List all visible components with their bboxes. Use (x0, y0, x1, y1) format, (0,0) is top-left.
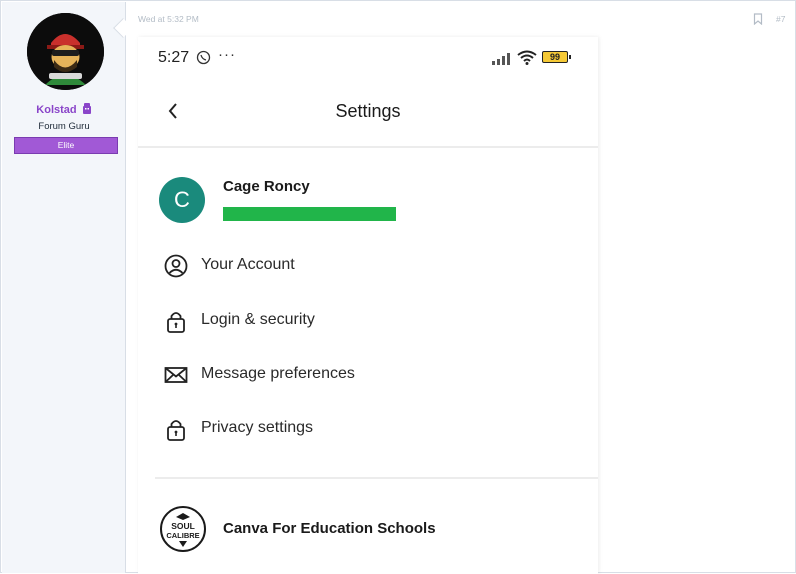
avatar[interactable] (27, 13, 104, 90)
org-logo-word-2: CALIBRE (166, 531, 199, 540)
username[interactable]: Kolstad (2, 103, 126, 117)
battery-indicator: 99 (542, 51, 568, 63)
menu-your-account[interactable]: Your Account (162, 250, 582, 280)
org-logo-word-1: SOUL (171, 521, 195, 531)
status-time: 5:27 (158, 49, 190, 66)
attached-screenshot: 5:27 ··· 99 Settings C Cage Roncy Your A… (138, 37, 598, 574)
post-number[interactable]: #7 (776, 14, 785, 24)
user-panel: Kolstad Forum Guru Elite (2, 2, 126, 573)
envelope-icon (164, 363, 188, 387)
wifi-icon (517, 50, 537, 70)
settings-title: Settings (335, 101, 401, 121)
user-banner: Elite (14, 137, 118, 154)
menu-label: Login & security (201, 311, 315, 328)
bookmark-icon[interactable] (753, 12, 763, 30)
menu-privacy-settings[interactable]: Privacy settings (162, 413, 582, 443)
post-container: Kolstad Forum Guru Elite Wed at 5:32 PM … (0, 0, 796, 574)
header-divider (138, 146, 598, 148)
menu-login-security[interactable]: Login & security (162, 305, 582, 335)
org-name[interactable]: Canva For Education Schools (223, 520, 436, 537)
user-title: Forum Guru (38, 121, 90, 132)
user-circle-icon (164, 254, 188, 278)
user-badge-icon (82, 103, 92, 117)
profile-name[interactable]: Cage Roncy (223, 178, 310, 195)
lock-icon (164, 417, 188, 441)
redaction-bar (223, 207, 396, 221)
menu-label: Privacy settings (201, 419, 314, 436)
section-divider (155, 477, 598, 479)
menu-message-preferences[interactable]: Message preferences (162, 359, 582, 389)
profile-avatar[interactable]: C (159, 177, 205, 223)
org-logo[interactable]: SOUL CALIBRE (160, 506, 206, 552)
status-dots: ··· (218, 46, 236, 63)
viber-icon (196, 50, 211, 70)
menu-label: Your Account (201, 256, 295, 273)
username-text[interactable]: Kolstad (36, 104, 76, 116)
battery-tip (569, 55, 571, 59)
signal-icon (492, 52, 512, 70)
lock-icon (164, 309, 188, 333)
post-timestamp[interactable]: Wed at 5:32 PM (138, 14, 199, 24)
menu-label: Message preferences (201, 365, 355, 382)
